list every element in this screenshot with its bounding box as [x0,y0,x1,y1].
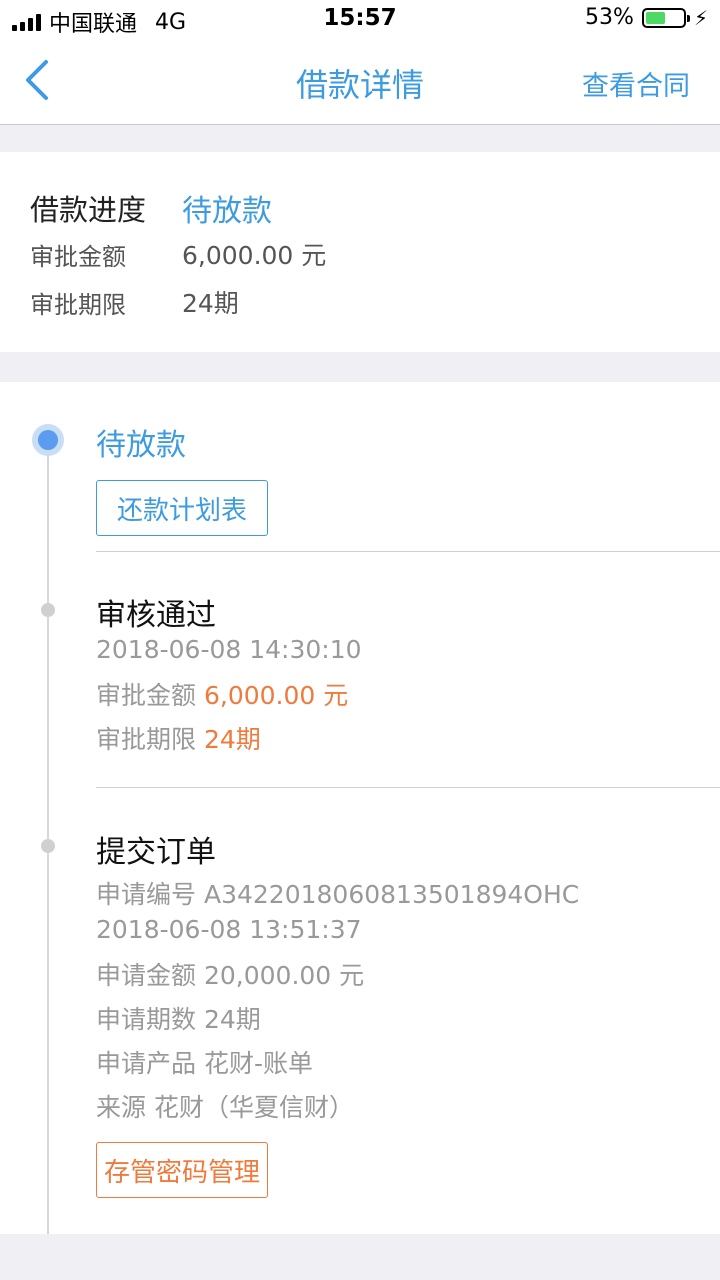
view-contract-button[interactable]: 查看合同 [582,64,690,103]
timeline-dot-current [32,424,64,456]
source-line: 来源 花财（华夏信财） [96,1088,354,1124]
approved-amount-line-value: 6,000.00 元 [203,681,349,710]
approved-amount-label: 审批金额 [30,242,126,271]
applied-amount-label: 申请金额 [96,961,197,990]
battery-fill [645,11,666,24]
applied-product-line: 申请产品 花财-账单 [96,1044,313,1080]
submitted-title: 提交订单 [96,835,216,870]
approved-term-line-label: 审批期限 [96,725,197,754]
status-bar: 中国联通 4G 15:57 53% ⚡ [0,0,720,40]
applied-periods-line: 申请期数 24期 [96,1000,261,1036]
applied-product-label: 申请产品 [96,1049,197,1078]
timeline-dot-submitted [41,839,55,853]
applied-product-value: 花财-账单 [203,1049,313,1078]
approved-term-label: 审批期限 [30,290,126,319]
charging-bolt-icon: ⚡ [693,5,708,30]
source-label: 来源 [96,1093,147,1122]
loan-timeline: 待放款 还款计划表 审核通过 2018-06-08 14:30:10 审批金额 … [0,382,720,1234]
custody-password-button[interactable]: 存管密码管理 [96,1142,268,1198]
applied-periods-label: 申请期数 [96,1005,197,1034]
submitted-time: 2018-06-08 13:51:37 [96,915,362,944]
progress-label: 借款进度 [30,193,147,227]
loan-summary-card: 借款进度 待放款 审批金额 6,000.00 元 审批期限 24期 [0,152,720,352]
repayment-plan-button[interactable]: 还款计划表 [96,480,268,536]
battery-percent: 53% [585,5,634,30]
timeline-divider [96,551,720,552]
approved-amount-line: 审批金额 6,000.00 元 [96,676,348,712]
progress-value: 待放款 [182,194,272,229]
progress-row: 借款进度 待放款 [30,186,272,230]
source-value: 花财（华夏信财） [153,1093,354,1122]
approved-amount-row: 审批金额 6,000.00 元 [30,236,326,272]
timeline-divider [96,787,720,788]
timeline-line [47,440,49,1234]
application-number-label: 申请编号 [96,880,197,909]
application-number-line: 申请编号 A3422018060813501894OHC [96,875,579,911]
applied-amount-line: 申请金额 20,000.00 元 [96,956,364,992]
approved-time: 2018-06-08 14:30:10 [96,635,362,664]
approved-title: 审核通过 [96,598,216,633]
battery-icon [641,7,690,28]
approved-amount-value: 6,000.00 元 [182,241,327,270]
nav-bar: 借款详情 查看合同 [0,40,720,125]
timeline-dot-approved [41,603,55,617]
applied-amount-value: 20,000.00 元 [203,961,365,990]
approved-term-line: 审批期限 24期 [96,720,261,756]
status-right: 53% ⚡ [585,5,708,30]
timeline-current-status: 待放款 [96,428,186,463]
application-number-value: A3422018060813501894OHC [203,880,580,909]
applied-periods-value: 24期 [203,1005,261,1034]
approved-term-value: 24期 [182,289,239,318]
approved-term-line-value: 24期 [203,725,261,754]
approved-term-row: 审批期限 24期 [30,284,239,320]
approved-amount-line-label: 审批金额 [96,681,197,710]
